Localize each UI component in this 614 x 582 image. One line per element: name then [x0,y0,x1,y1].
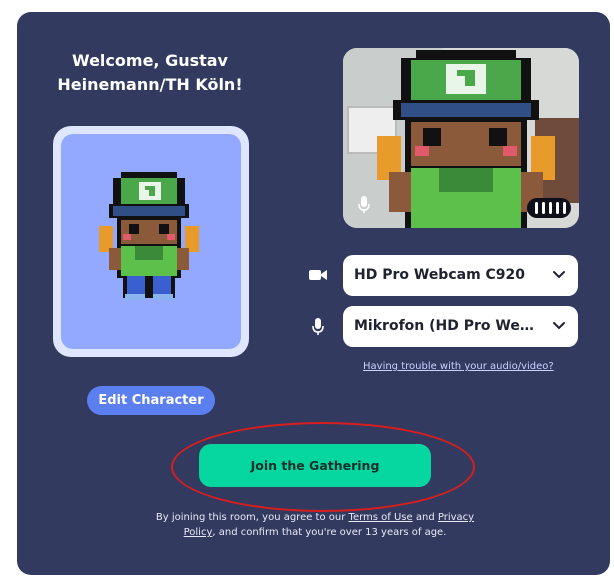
chevron-down-icon [553,271,565,279]
terms-suffix: , and confirm that you're over 13 years … [212,527,447,538]
microphone-select[interactable]: Mikrofon (HD Pro Webcam ... [343,306,578,347]
join-gathering-button[interactable]: Join the Gathering [199,444,431,487]
camera-mic-icon[interactable] [357,195,371,215]
character-sprite-icon [99,172,199,300]
microphone-select-value: Mikrofon (HD Pro Webcam ... [354,318,542,334]
terms-of-use-link[interactable]: Terms of Use [349,512,413,523]
terms-and: and [415,512,435,523]
edit-character-button[interactable]: Edit Character [87,386,215,415]
audio-video-help-link[interactable]: Having trouble with your audio/video? [363,361,554,372]
privacy-link-part-1[interactable]: Privacy [438,512,474,523]
camera-preview [343,48,579,228]
microphone-icon [312,318,324,335]
video-camera-icon [309,270,327,280]
audio-level-indicator [527,198,571,218]
terms-prefix: By joining this room, you agree to our [155,512,346,523]
terms-notice: By joining this room, you agree to our T… [140,510,490,540]
avatar-card [53,126,249,357]
welcome-heading: Welcome, Gustav Heinemann/TH Köln! [45,49,255,97]
welcome-line-2: Heinemann/TH Köln! [57,75,243,94]
welcome-line-1: Welcome, Gustav [72,51,228,70]
privacy-link-part-2[interactable]: Policy [184,527,213,538]
chevron-down-icon [553,322,565,330]
camera-select[interactable]: HD Pro Webcam C920 [343,255,578,296]
camera-select-value: HD Pro Webcam C920 [354,267,526,283]
avatar-preview [61,134,241,349]
